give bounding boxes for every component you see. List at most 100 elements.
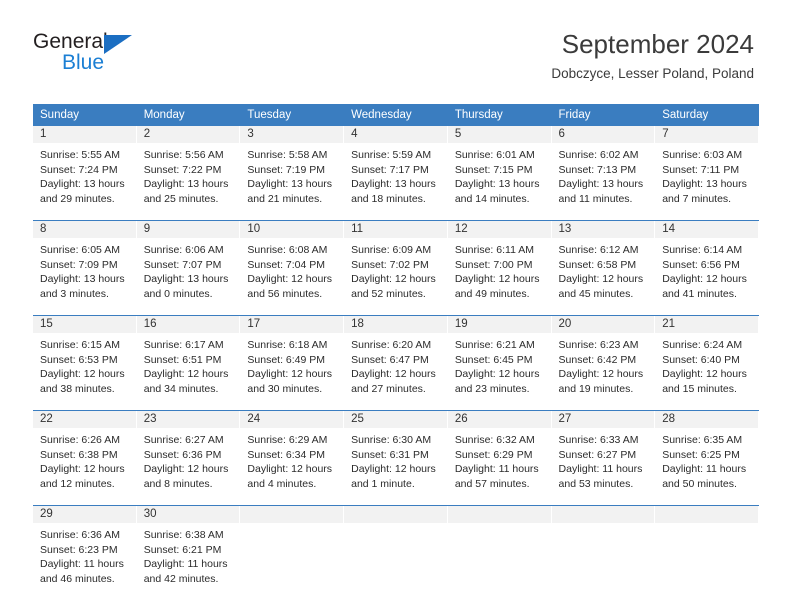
daylight-text-line2: and 41 minutes. — [662, 287, 737, 300]
daylight-text-line1: Daylight: 12 hours — [40, 463, 125, 476]
day-cell-empty — [344, 506, 448, 590]
day-number: 14 — [655, 221, 759, 238]
calendar-week-row: 1 Sunrise: 5:55 AM Sunset: 7:24 PM Dayli… — [33, 126, 759, 210]
day-cell[interactable]: 6 Sunrise: 6:02 AM Sunset: 7:13 PM Dayli… — [551, 126, 656, 210]
day-number: 2 — [136, 126, 241, 143]
sunrise-text: Sunrise: 5:59 AM — [351, 149, 432, 161]
daylight-text-line1: Daylight: 13 hours — [247, 178, 333, 191]
day-number: 5 — [447, 126, 552, 143]
day-cell[interactable]: 27 Sunrise: 6:33 AM Sunset: 6:27 PM Dayl… — [551, 411, 656, 495]
day-cell[interactable]: 8 Sunrise: 6:05 AM Sunset: 7:09 PM Dayli… — [33, 221, 137, 305]
day-cell[interactable]: 12 Sunrise: 6:11 AM Sunset: 7:00 PM Dayl… — [447, 221, 552, 305]
daylight-text-line1: Daylight: 11 hours — [558, 463, 643, 476]
day-cell[interactable]: 15 Sunrise: 6:15 AM Sunset: 6:53 PM Dayl… — [33, 316, 137, 400]
day-number — [655, 506, 759, 523]
day-details: Sunrise: 5:58 AM Sunset: 7:19 PM Dayligh… — [240, 143, 344, 206]
daylight-text-line2: and 57 minutes. — [454, 477, 530, 490]
day-cell[interactable]: 16 Sunrise: 6:17 AM Sunset: 6:51 PM Dayl… — [136, 316, 241, 400]
daylight-text-line2: and 49 minutes. — [454, 287, 530, 300]
day-cell[interactable]: 4 Sunrise: 5:59 AM Sunset: 7:17 PM Dayli… — [344, 126, 448, 210]
day-number: 30 — [136, 506, 241, 523]
daylight-text-line2: and 12 minutes. — [40, 477, 115, 490]
day-cell[interactable]: 14 Sunrise: 6:14 AM Sunset: 6:56 PM Dayl… — [655, 221, 759, 305]
sunset-text: Sunset: 6:21 PM — [143, 543, 222, 556]
day-details: Sunrise: 6:32 AM Sunset: 6:29 PM Dayligh… — [448, 428, 552, 491]
week-separator — [33, 495, 759, 506]
day-cell[interactable]: 20 Sunrise: 6:23 AM Sunset: 6:42 PM Dayl… — [551, 316, 656, 400]
sunset-text: Sunset: 7:24 PM — [40, 163, 118, 176]
sunrise-text: Sunrise: 6:32 AM — [454, 434, 535, 446]
sunrise-text: Sunrise: 6:01 AM — [454, 149, 535, 161]
day-cell[interactable]: 21 Sunrise: 6:24 AM Sunset: 6:40 PM Dayl… — [655, 316, 759, 400]
day-details: Sunrise: 6:30 AM Sunset: 6:31 PM Dayligh… — [344, 428, 448, 491]
weekday-header-monday: Monday — [136, 104, 241, 126]
sunrise-text: Sunrise: 6:11 AM — [454, 244, 534, 256]
sunset-text: Sunset: 6:34 PM — [247, 448, 326, 461]
day-cell[interactable]: 5 Sunrise: 6:01 AM Sunset: 7:15 PM Dayli… — [447, 126, 552, 210]
week-separator — [33, 400, 759, 411]
day-cell[interactable]: 23 Sunrise: 6:27 AM Sunset: 6:36 PM Dayl… — [136, 411, 241, 495]
daylight-text-line2: and 3 minutes. — [40, 287, 109, 300]
day-details: Sunrise: 6:17 AM Sunset: 6:51 PM Dayligh… — [137, 333, 241, 396]
sunrise-text: Sunrise: 6:33 AM — [558, 434, 639, 446]
day-cell[interactable]: 25 Sunrise: 6:30 AM Sunset: 6:31 PM Dayl… — [344, 411, 448, 495]
day-number: 19 — [447, 316, 552, 333]
daylight-text-line2: and 0 minutes. — [143, 287, 213, 300]
sunset-text: Sunset: 6:58 PM — [558, 258, 637, 271]
sunset-text: Sunset: 7:17 PM — [351, 163, 429, 176]
sunset-text: Sunset: 7:00 PM — [454, 258, 533, 271]
day-details: Sunrise: 6:26 AM Sunset: 6:38 PM Dayligh… — [33, 428, 137, 491]
day-number: 27 — [551, 411, 656, 428]
sunset-text: Sunset: 6:49 PM — [247, 353, 326, 366]
sunset-text: Sunset: 6:53 PM — [40, 353, 118, 366]
sunset-text: Sunset: 6:38 PM — [40, 448, 118, 461]
day-cell[interactable]: 9 Sunrise: 6:06 AM Sunset: 7:07 PM Dayli… — [136, 221, 241, 305]
week-separator — [33, 210, 759, 221]
day-number: 16 — [136, 316, 241, 333]
daylight-text-line2: and 38 minutes. — [40, 382, 115, 395]
day-cell[interactable]: 22 Sunrise: 6:26 AM Sunset: 6:38 PM Dayl… — [33, 411, 137, 495]
sunrise-text: Sunrise: 6:27 AM — [143, 434, 224, 446]
day-number: 10 — [240, 221, 345, 238]
sunrise-text: Sunrise: 6:08 AM — [247, 244, 328, 256]
sunrise-text: Sunrise: 6:30 AM — [351, 434, 432, 446]
day-cell[interactable]: 28 Sunrise: 6:35 AM Sunset: 6:25 PM Dayl… — [655, 411, 759, 495]
daylight-text-line1: Daylight: 12 hours — [351, 368, 436, 381]
day-details: Sunrise: 5:59 AM Sunset: 7:17 PM Dayligh… — [344, 143, 448, 206]
calendar-table: Sunday Monday Tuesday Wednesday Thursday… — [33, 104, 759, 590]
page-subtitle: Dobczyce, Lesser Poland, Poland — [551, 66, 754, 81]
day-cell[interactable]: 3 Sunrise: 5:58 AM Sunset: 7:19 PM Dayli… — [240, 126, 345, 210]
day-details: Sunrise: 6:14 AM Sunset: 6:56 PM Dayligh… — [655, 238, 759, 301]
day-cell[interactable]: 29 Sunrise: 6:36 AM Sunset: 6:23 PM Dayl… — [33, 506, 137, 590]
day-cell[interactable]: 7 Sunrise: 6:03 AM Sunset: 7:11 PM Dayli… — [655, 126, 759, 210]
day-cell[interactable]: 18 Sunrise: 6:20 AM Sunset: 6:47 PM Dayl… — [344, 316, 448, 400]
day-cell[interactable]: 30 Sunrise: 6:38 AM Sunset: 6:21 PM Dayl… — [136, 506, 241, 590]
day-cell[interactable]: 2 Sunrise: 5:56 AM Sunset: 7:22 PM Dayli… — [136, 126, 241, 210]
calendar-week-row: 15 Sunrise: 6:15 AM Sunset: 6:53 PM Dayl… — [33, 316, 759, 400]
daylight-text-line1: Daylight: 13 hours — [143, 178, 229, 191]
daylight-text-line1: Daylight: 11 hours — [662, 463, 747, 476]
week-separator — [33, 305, 759, 316]
day-cell[interactable]: 24 Sunrise: 6:29 AM Sunset: 6:34 PM Dayl… — [240, 411, 345, 495]
day-cell[interactable]: 19 Sunrise: 6:21 AM Sunset: 6:45 PM Dayl… — [447, 316, 552, 400]
sunrise-text: Sunrise: 6:15 AM — [40, 339, 120, 351]
day-number: 3 — [240, 126, 345, 143]
day-cell[interactable]: 26 Sunrise: 6:32 AM Sunset: 6:29 PM Dayl… — [447, 411, 552, 495]
daylight-text-line2: and 34 minutes. — [143, 382, 219, 395]
daylight-text-line2: and 30 minutes. — [247, 382, 323, 395]
day-details: Sunrise: 6:08 AM Sunset: 7:04 PM Dayligh… — [240, 238, 344, 301]
day-details: Sunrise: 6:03 AM Sunset: 7:11 PM Dayligh… — [655, 143, 759, 206]
day-number: 25 — [344, 411, 448, 428]
day-cell[interactable]: 13 Sunrise: 6:12 AM Sunset: 6:58 PM Dayl… — [551, 221, 656, 305]
day-cell[interactable]: 17 Sunrise: 6:18 AM Sunset: 6:49 PM Dayl… — [240, 316, 345, 400]
day-cell[interactable]: 1 Sunrise: 5:55 AM Sunset: 7:24 PM Dayli… — [33, 126, 137, 210]
day-cell[interactable]: 10 Sunrise: 6:08 AM Sunset: 7:04 PM Dayl… — [240, 221, 345, 305]
sunrise-text: Sunrise: 6:02 AM — [558, 149, 639, 161]
day-cell[interactable]: 11 Sunrise: 6:09 AM Sunset: 7:02 PM Dayl… — [344, 221, 448, 305]
daylight-text-line2: and 23 minutes. — [454, 382, 530, 395]
day-number: 23 — [136, 411, 241, 428]
day-details: Sunrise: 6:18 AM Sunset: 6:49 PM Dayligh… — [240, 333, 344, 396]
sunrise-text: Sunrise: 6:05 AM — [40, 244, 120, 256]
sunset-text: Sunset: 6:51 PM — [143, 353, 222, 366]
weekday-header-friday: Friday — [551, 104, 656, 126]
